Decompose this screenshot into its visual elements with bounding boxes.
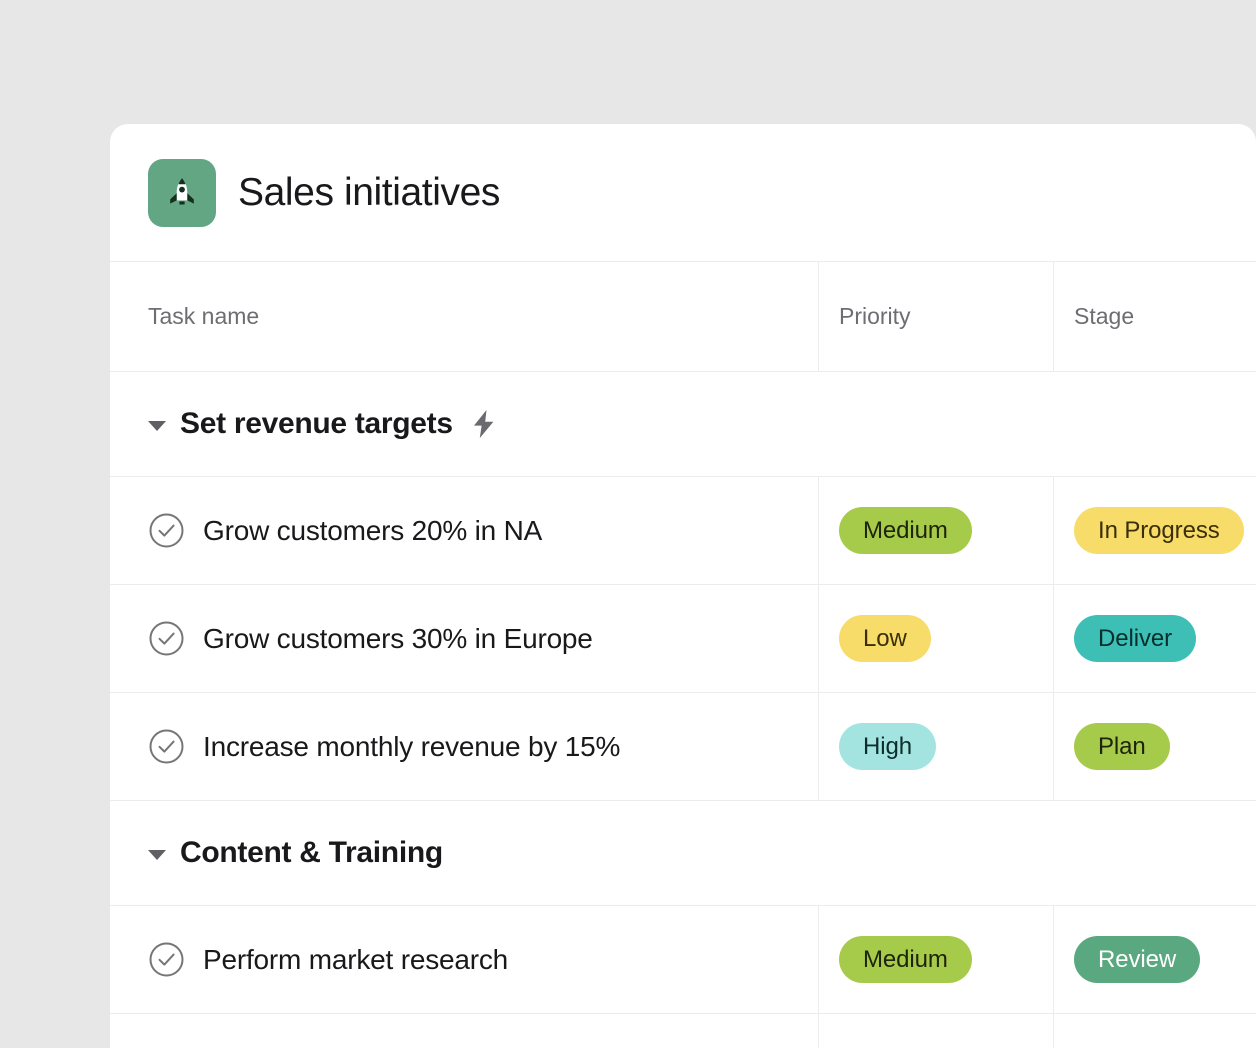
priority-cell[interactable]: Low (818, 585, 1053, 692)
sales-initiatives-card: Sales initiatives Task name Priority Sta… (110, 124, 1256, 1048)
priority-cell[interactable] (818, 1014, 1053, 1048)
priority-badge[interactable]: High (839, 723, 936, 770)
stage-cell[interactable]: Deliver (1053, 585, 1256, 692)
section-title: Set revenue targets (180, 407, 453, 441)
stage-badge[interactable]: Review (1074, 936, 1200, 983)
stage-cell[interactable]: Review (1053, 906, 1256, 1013)
column-header-priority-label: Priority (839, 303, 911, 330)
section-stage-cell (1053, 801, 1256, 905)
stage-badge[interactable]: In Progress (1074, 507, 1244, 554)
stage-cell[interactable] (1053, 1014, 1256, 1048)
priority-cell[interactable]: Medium (818, 477, 1053, 584)
table-row[interactable]: Grow customers 20% in NA Medium In Progr… (110, 476, 1256, 584)
table-row[interactable]: Grow customers 30% in Europe Low Deliver (110, 584, 1256, 692)
section-header-row[interactable]: Set revenue targets (110, 371, 1256, 476)
task-name-label: Perform market research (203, 944, 508, 976)
column-header-stage-label: Stage (1074, 303, 1134, 330)
section-priority-cell (818, 372, 1053, 476)
stage-cell[interactable]: In Progress (1053, 477, 1256, 584)
circle-check-icon[interactable] (148, 620, 185, 657)
task-name-cell[interactable]: Increase monthly revenue by 15% (110, 693, 818, 800)
chevron-down-icon[interactable] (148, 421, 166, 431)
task-name-cell[interactable]: Perform market research (110, 906, 818, 1013)
priority-cell[interactable]: Medium (818, 906, 1053, 1013)
task-name-label: Grow customers 20% in NA (203, 515, 542, 547)
column-header-priority[interactable]: Priority (818, 262, 1053, 371)
priority-badge[interactable]: Medium (839, 936, 972, 983)
priority-badge[interactable]: Medium (839, 507, 972, 554)
column-header-task-label: Task name (148, 303, 259, 330)
stage-cell[interactable]: Plan (1053, 693, 1256, 800)
circle-check-icon[interactable] (148, 728, 185, 765)
task-name-label: Grow customers 30% in Europe (203, 623, 593, 655)
section-header-cell[interactable]: Set revenue targets (110, 372, 818, 476)
chevron-down-icon[interactable] (148, 850, 166, 860)
task-table: Task name Priority Stage Set revenue tar… (110, 261, 1256, 1048)
task-name-cell[interactable]: Grow customers 20% in NA (110, 477, 818, 584)
circle-check-icon[interactable] (148, 941, 185, 978)
stage-badge[interactable]: Plan (1074, 723, 1170, 770)
section-header-cell[interactable]: Content & Training (110, 801, 818, 905)
page-title: Sales initiatives (238, 171, 500, 215)
priority-badge[interactable]: Low (839, 615, 931, 662)
section-title: Content & Training (180, 836, 443, 870)
lightning-bolt-icon (471, 409, 497, 439)
stage-badge[interactable]: Deliver (1074, 615, 1196, 662)
card-header: Sales initiatives (110, 124, 1256, 224)
section-priority-cell (818, 801, 1053, 905)
task-name-cell[interactable] (110, 1014, 818, 1048)
circle-check-icon[interactable] (148, 512, 185, 549)
section-header-row[interactable]: Content & Training (110, 800, 1256, 905)
rocket-icon (148, 159, 216, 227)
table-header-row: Task name Priority Stage (110, 261, 1256, 371)
section-stage-cell (1053, 372, 1256, 476)
priority-cell[interactable]: High (818, 693, 1053, 800)
table-row[interactable] (110, 1013, 1256, 1048)
task-name-cell[interactable]: Grow customers 30% in Europe (110, 585, 818, 692)
column-header-task[interactable]: Task name (110, 262, 818, 371)
table-row[interactable]: Increase monthly revenue by 15% High Pla… (110, 692, 1256, 800)
table-row[interactable]: Perform market research Medium Review (110, 905, 1256, 1013)
task-name-label: Increase monthly revenue by 15% (203, 731, 620, 763)
column-header-stage[interactable]: Stage (1053, 262, 1256, 371)
